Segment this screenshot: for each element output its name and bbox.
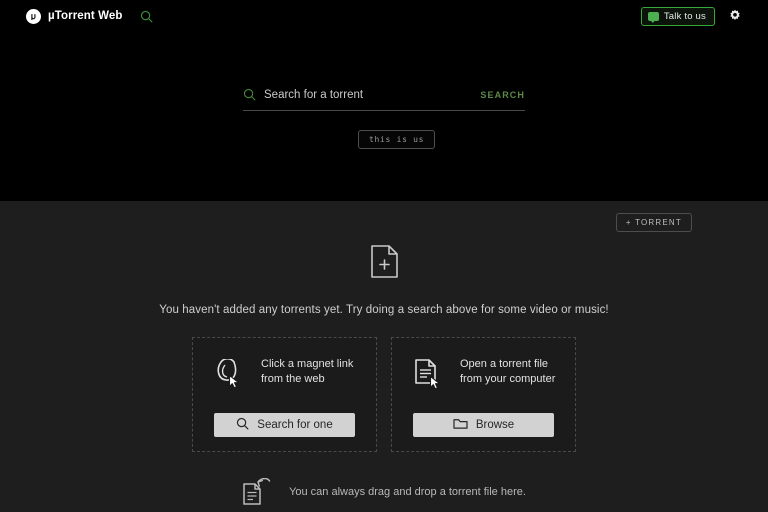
- main-content: + TORRENT You haven't added any torrents…: [0, 201, 768, 512]
- empty-state-message: You haven't added any torrents yet. Try …: [159, 304, 609, 316]
- search-icon: [236, 417, 249, 433]
- chat-bubble-icon: [647, 11, 659, 23]
- torrent-card-text: Open a torrent file from your computer: [460, 357, 555, 387]
- search-for-one-button[interactable]: Search for one: [214, 413, 355, 437]
- magnet-card-text: Click a magnet link from the web: [261, 357, 353, 387]
- folder-icon: [453, 417, 468, 433]
- brand[interactable]: µTorrent Web: [26, 8, 123, 24]
- talk-to-us-button[interactable]: Talk to us: [640, 6, 715, 26]
- torrent-card-header: Open a torrent file from your computer: [392, 357, 575, 394]
- search-icon: [243, 88, 256, 101]
- magnet-card-header: Click a magnet link from the web: [193, 357, 376, 394]
- torrent-file-card[interactable]: Open a torrent file from your computer B…: [391, 337, 576, 452]
- action-cards: Click a magnet link from the web Search …: [192, 337, 576, 452]
- torrent-card-line1: Open a torrent file: [460, 358, 549, 370]
- search-for-one-label: Search for one: [257, 419, 333, 431]
- magnet-link-card[interactable]: Click a magnet link from the web Search …: [192, 337, 377, 452]
- brand-name: µTorrent Web: [48, 10, 123, 22]
- torrent-card-line2: from your computer: [460, 373, 556, 385]
- talk-to-us-label: Talk to us: [663, 10, 706, 22]
- gear-icon[interactable]: [728, 9, 742, 23]
- topbar-right-group: Talk to us: [640, 6, 742, 26]
- top-bar: µTorrent Web Talk to us: [0, 0, 768, 32]
- browse-label: Browse: [475, 419, 515, 431]
- browse-button[interactable]: Browse: [413, 413, 554, 437]
- utorrent-logo-icon: [26, 8, 41, 24]
- this-is-us-button[interactable]: this is us: [358, 130, 436, 149]
- search-input[interactable]: [264, 88, 471, 101]
- magnet-card-line1: Click a magnet link: [261, 358, 354, 370]
- file-plus-icon: [370, 245, 398, 283]
- magnet-card-line2: from the web: [261, 373, 325, 385]
- search-icon[interactable]: [140, 10, 153, 23]
- hero-section: µTorrent Web Talk to us Search for a tor…: [0, 0, 768, 201]
- empty-state: You haven't added any torrents yet. Try …: [0, 201, 768, 506]
- drag-drop-hint: You can always drag and drop a torrent f…: [242, 477, 526, 506]
- magnet-cursor-icon: [215, 357, 247, 394]
- search-submit-button[interactable]: SEARCH: [470, 90, 525, 100]
- document-cursor-icon: [414, 359, 446, 394]
- drag-drop-hint-text: You can always drag and drop a torrent f…: [289, 486, 526, 498]
- document-drop-icon: [242, 477, 276, 506]
- hero-search-bar[interactable]: SEARCH: [243, 88, 525, 111]
